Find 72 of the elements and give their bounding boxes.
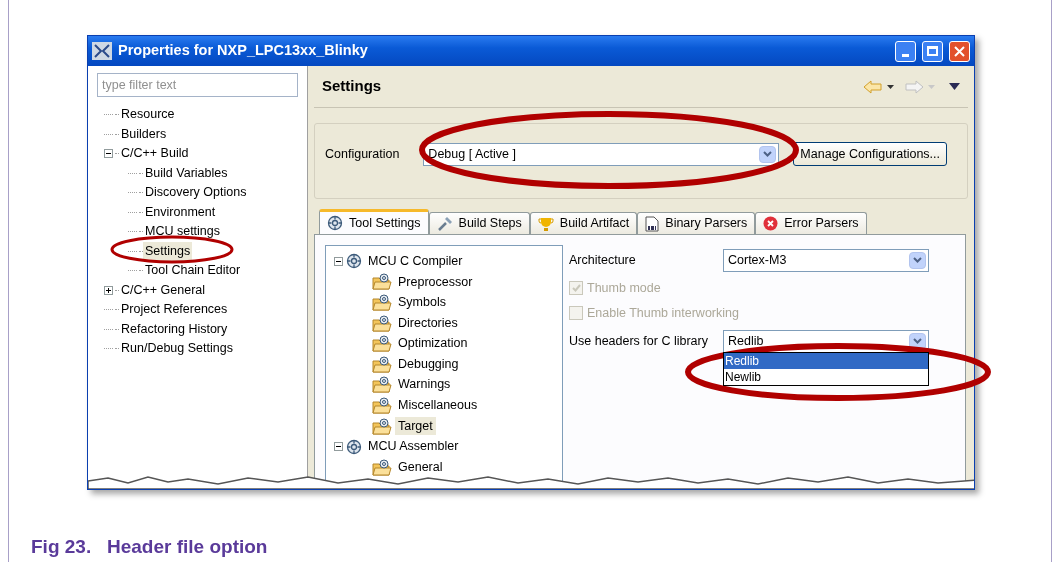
checkbox-label: Enable Thumb interworking bbox=[587, 304, 739, 322]
folder-gear-icon bbox=[372, 314, 392, 332]
trophy-icon bbox=[537, 215, 554, 232]
tree-item[interactable]: Discovery Options bbox=[143, 183, 249, 203]
close-icon bbox=[954, 45, 965, 57]
tree-item[interactable]: Project References bbox=[119, 300, 230, 320]
tab[interactable]: Build Artifact bbox=[529, 212, 638, 234]
page-title: Settings bbox=[322, 76, 382, 97]
tree-item[interactable]: Symbols bbox=[395, 293, 449, 312]
tree-item[interactable]: Preprocessor bbox=[395, 272, 476, 292]
tree-item[interactable]: General bbox=[395, 457, 446, 477]
gear-icon bbox=[327, 215, 343, 231]
binary-file-icon bbox=[645, 215, 660, 232]
tree-item[interactable]: Directories bbox=[395, 313, 461, 333]
caret-icon[interactable] bbox=[887, 84, 894, 89]
checkbox-label: Thumb mode bbox=[587, 279, 661, 297]
close-button[interactable] bbox=[949, 40, 970, 62]
collapse-toggle[interactable] bbox=[103, 149, 113, 159]
minimize-button[interactable] bbox=[895, 40, 916, 62]
tree-item[interactable]: Tool Chain Editor bbox=[143, 261, 243, 281]
folder-gear-icon bbox=[372, 335, 392, 353]
dropdown-option[interactable]: Newlib bbox=[724, 369, 928, 385]
tree-item[interactable]: MCU Assembler bbox=[365, 437, 462, 456]
tree-item[interactable]: C/C++ Build bbox=[119, 144, 191, 164]
menu-caret-icon[interactable] bbox=[949, 83, 960, 90]
tab[interactable]: Tool Settings bbox=[319, 209, 429, 234]
option-dropdown[interactable]: Cortex-M3 bbox=[723, 248, 929, 272]
folder-gear-icon bbox=[372, 396, 392, 414]
option-label: Architecture bbox=[569, 251, 637, 269]
figure-caption: Fig 23. Header file option bbox=[31, 535, 269, 559]
manage-configurations-button[interactable]: Manage Configurations... bbox=[793, 142, 948, 166]
expand-toggle[interactable] bbox=[103, 285, 113, 295]
tree-item[interactable]: C/C++ General bbox=[119, 280, 208, 300]
tree-item[interactable]: Debugging bbox=[395, 354, 462, 374]
folder-gear-icon bbox=[372, 417, 392, 435]
tree-item[interactable]: Refactoring History bbox=[119, 319, 230, 339]
error-icon bbox=[763, 216, 779, 231]
option-label: Use headers for C library bbox=[569, 332, 709, 350]
folder-gear-icon bbox=[372, 273, 392, 291]
folder-gear-icon bbox=[372, 294, 392, 311]
window-title: Properties for NXP_LPC13xx_Blinky bbox=[118, 41, 369, 61]
collapse-toggle[interactable] bbox=[334, 256, 343, 266]
collapse-toggle[interactable] bbox=[334, 442, 343, 452]
tree-item[interactable]: MCU settings bbox=[143, 222, 223, 242]
configuration-label: Configuration bbox=[325, 145, 400, 163]
maximize-button[interactable] bbox=[922, 40, 943, 62]
app-icon bbox=[92, 42, 112, 60]
folder-gear-icon bbox=[372, 355, 392, 373]
gear-icon bbox=[346, 253, 362, 270]
gear-icon bbox=[346, 438, 362, 455]
tree-item[interactable]: Optimization bbox=[395, 334, 471, 354]
tab[interactable]: Build Steps bbox=[428, 212, 530, 234]
tree-item[interactable]: Environment bbox=[143, 202, 218, 222]
tree-item[interactable]: Run/Debug Settings bbox=[119, 339, 235, 359]
tree-item[interactable]: Settings bbox=[143, 241, 193, 261]
tree-item[interactable]: Target bbox=[395, 416, 436, 436]
tab[interactable]: Error Parsers bbox=[755, 212, 867, 234]
maximize-icon bbox=[927, 46, 938, 56]
minimize-icon bbox=[902, 53, 909, 57]
tree-item[interactable]: MCU C Compiler bbox=[365, 251, 466, 271]
tab[interactable]: Binary Parsers bbox=[637, 212, 756, 234]
folder-gear-icon bbox=[372, 376, 392, 394]
filter-field[interactable]: type filter text bbox=[97, 73, 298, 97]
hammer-icon bbox=[436, 215, 453, 232]
tree-item[interactable]: Builders bbox=[119, 124, 169, 144]
tree-item[interactable]: Warnings bbox=[395, 375, 454, 395]
configuration-dropdown[interactable]: Debug [ Active ] bbox=[423, 142, 780, 166]
tree-item[interactable]: Resource bbox=[119, 105, 177, 125]
dropdown-option[interactable]: Redlib bbox=[724, 353, 928, 369]
folder-gear-icon bbox=[372, 458, 392, 476]
tree-item[interactable]: Miscellaneous bbox=[395, 396, 481, 415]
tree-item[interactable]: Build Variables bbox=[143, 163, 230, 183]
